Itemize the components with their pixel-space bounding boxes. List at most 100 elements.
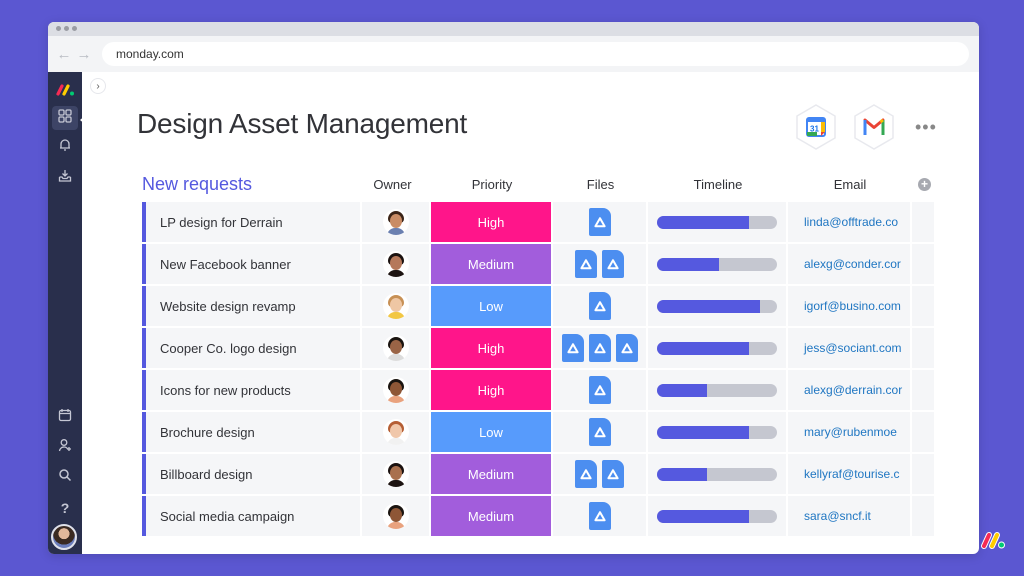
item-name[interactable]: LP design for Derrain — [142, 202, 360, 242]
window-controls[interactable] — [56, 26, 77, 31]
email-link[interactable]: mary@rubenmoe — [788, 412, 910, 452]
google-drive-file-icon[interactable] — [588, 502, 611, 530]
timeline-bar[interactable] — [657, 509, 777, 523]
owner-avatar[interactable] — [382, 251, 409, 277]
owner-avatar[interactable] — [382, 377, 409, 403]
files-cell[interactable] — [553, 244, 646, 284]
files-cell[interactable] — [553, 496, 646, 536]
files-cell[interactable] — [553, 202, 646, 242]
timeline-bar[interactable] — [657, 215, 777, 229]
column-header-files[interactable]: Files — [554, 177, 647, 192]
google-drive-file-icon[interactable] — [588, 292, 611, 320]
gmail-integration[interactable] — [850, 103, 898, 151]
files-cell[interactable] — [553, 286, 646, 326]
google-calendar-integration[interactable]: 31 — [792, 103, 840, 151]
arrow-right-icon[interactable]: → — [74, 46, 94, 63]
item-name[interactable]: New Facebook banner — [142, 244, 360, 284]
sidebar-item-my-work[interactable] — [52, 405, 78, 429]
column-header-owner[interactable]: Owner — [359, 177, 426, 192]
files-cell[interactable] — [553, 370, 646, 410]
item-name[interactable]: Cooper Co. logo design — [142, 328, 360, 368]
owner-avatar[interactable] — [382, 335, 409, 361]
owner-avatar[interactable] — [382, 293, 409, 319]
column-header-timeline[interactable]: Timeline — [649, 177, 787, 192]
timeline-bar[interactable] — [657, 383, 777, 397]
group-title[interactable]: New requests — [142, 174, 252, 195]
table-row[interactable]: Cooper Co. logo design High jess@sociant… — [142, 328, 938, 368]
timeline-cell[interactable] — [648, 454, 786, 494]
owner-avatar[interactable] — [382, 209, 409, 235]
monday-logo-icon[interactable] — [52, 78, 78, 102]
files-cell[interactable] — [553, 328, 646, 368]
item-name[interactable]: Billboard design — [142, 454, 360, 494]
table-row[interactable]: Website design revamp Low igorf@busino.c… — [142, 286, 938, 326]
timeline-bar[interactable] — [657, 257, 777, 271]
timeline-cell[interactable] — [648, 244, 786, 284]
table-row[interactable]: New Facebook banner Medium alexg@conder.… — [142, 244, 938, 284]
google-drive-file-icon[interactable] — [588, 208, 611, 236]
google-drive-file-icon[interactable] — [588, 376, 611, 404]
item-name[interactable]: Social media campaign — [142, 496, 360, 536]
table-row[interactable]: Icons for new products High alexg@derrai… — [142, 370, 938, 410]
google-drive-file-icon[interactable] — [575, 250, 597, 278]
timeline-bar[interactable] — [657, 341, 777, 355]
sidebar-item-invite[interactable] — [52, 435, 78, 459]
table-row[interactable]: LP design for Derrain High linda@offtrad… — [142, 202, 938, 242]
timeline-bar[interactable] — [657, 425, 777, 439]
google-drive-file-icon[interactable] — [588, 418, 611, 446]
email-link[interactable]: kellyraf@tourise.c — [788, 454, 910, 494]
google-drive-file-icon[interactable] — [602, 250, 624, 278]
table-row[interactable]: Social media campaign Medium sara@sncf.i… — [142, 496, 938, 536]
item-name[interactable]: Icons for new products — [142, 370, 360, 410]
sidebar-item-notifications[interactable] — [52, 135, 78, 159]
sidebar-collapse-button[interactable]: › — [90, 78, 106, 94]
priority-status[interactable]: High — [431, 202, 551, 242]
owner-cell[interactable] — [362, 370, 429, 410]
google-drive-file-icon[interactable] — [575, 460, 597, 488]
priority-status[interactable]: Medium — [431, 454, 551, 494]
timeline-cell[interactable] — [648, 328, 786, 368]
sidebar-item-inbox[interactable] — [52, 166, 78, 190]
more-options-button[interactable]: ••• — [915, 117, 937, 138]
email-link[interactable]: linda@offtrade.co — [788, 202, 910, 242]
google-drive-file-icon[interactable] — [588, 334, 611, 362]
priority-status[interactable]: Low — [431, 412, 551, 452]
timeline-cell[interactable] — [648, 370, 786, 410]
item-name[interactable]: Brochure design — [142, 412, 360, 452]
timeline-cell[interactable] — [648, 412, 786, 452]
timeline-cell[interactable] — [648, 496, 786, 536]
owner-cell[interactable] — [362, 412, 429, 452]
timeline-bar[interactable] — [657, 299, 777, 313]
owner-cell[interactable] — [362, 202, 429, 242]
google-drive-file-icon[interactable] — [561, 334, 584, 362]
table-row[interactable]: Billboard design Medium kellyraf@tourise… — [142, 454, 938, 494]
column-header-priority[interactable]: Priority — [432, 177, 552, 192]
column-header-email[interactable]: Email — [789, 177, 911, 192]
owner-avatar[interactable] — [382, 503, 409, 529]
owner-cell[interactable] — [362, 286, 429, 326]
owner-cell[interactable] — [362, 454, 429, 494]
help-icon[interactable]: ? — [52, 496, 78, 520]
table-row[interactable]: Brochure design Low mary@rubenmoe — [142, 412, 938, 452]
owner-cell[interactable] — [362, 244, 429, 284]
email-link[interactable]: alexg@conder.cor — [788, 244, 910, 284]
email-link[interactable]: igorf@busino.com — [788, 286, 910, 326]
owner-cell[interactable] — [362, 328, 429, 368]
files-cell[interactable] — [553, 454, 646, 494]
sidebar-item-workspaces[interactable] — [52, 106, 78, 130]
sidebar-item-search[interactable] — [52, 465, 78, 489]
google-drive-file-icon[interactable] — [602, 460, 624, 488]
add-column-button[interactable]: + — [918, 178, 931, 191]
priority-status[interactable]: High — [431, 370, 551, 410]
timeline-cell[interactable] — [648, 202, 786, 242]
email-link[interactable]: alexg@derrain.cor — [788, 370, 910, 410]
priority-status[interactable]: Low — [431, 286, 551, 326]
google-drive-file-icon[interactable] — [615, 334, 638, 362]
user-avatar[interactable] — [51, 524, 77, 550]
email-link[interactable]: sara@sncf.it — [788, 496, 910, 536]
arrow-left-icon[interactable]: ← — [54, 46, 74, 63]
owner-cell[interactable] — [362, 496, 429, 536]
priority-status[interactable]: Medium — [431, 496, 551, 536]
owner-avatar[interactable] — [382, 419, 409, 445]
timeline-bar[interactable] — [657, 467, 777, 481]
